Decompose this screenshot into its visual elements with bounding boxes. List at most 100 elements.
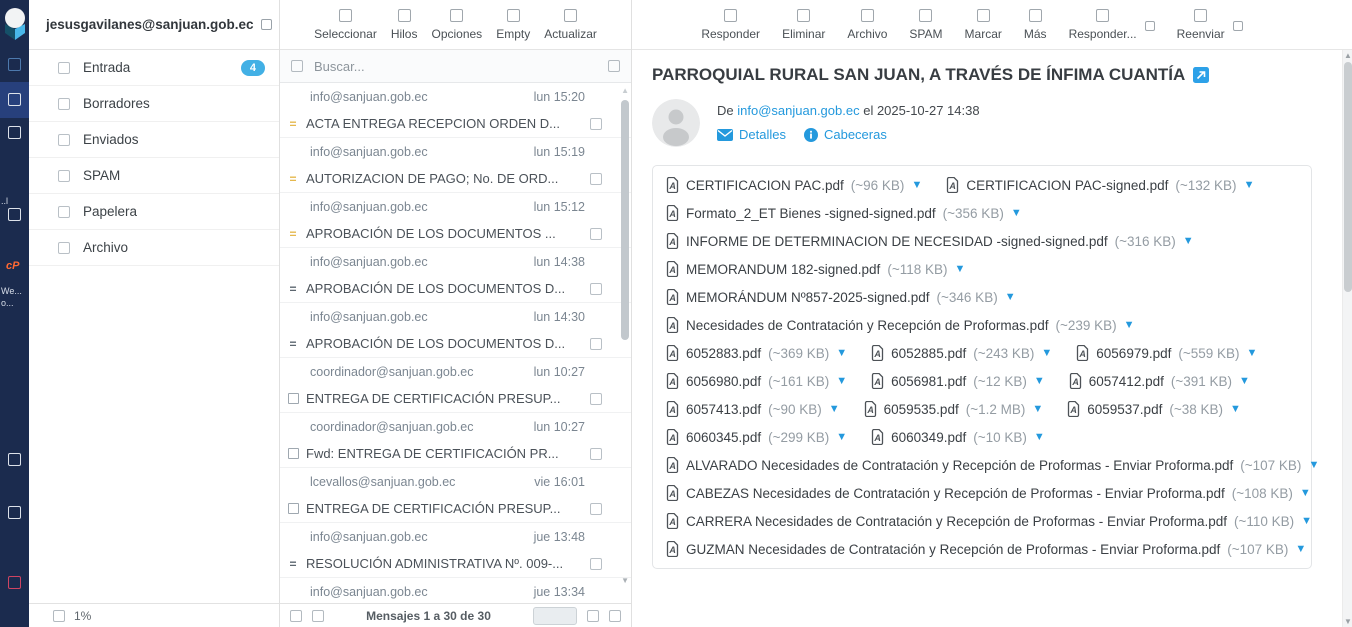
account-header[interactable]: jesusgavilanes@sanjuan.gob.ec bbox=[29, 0, 279, 50]
attachment-menu-caret-icon[interactable]: ▼ bbox=[836, 431, 847, 443]
message-list-item[interactable]: info@sanjuan.gob.ec lun 15:12 APROBACIÓN… bbox=[280, 192, 631, 247]
webmail-logo[interactable] bbox=[0, 0, 29, 46]
taskbar-logout-icon[interactable] bbox=[8, 576, 21, 589]
folder-checkbox-icon[interactable] bbox=[58, 242, 70, 254]
attachment-menu-caret-icon[interactable]: ▼ bbox=[955, 263, 966, 275]
message-toolbar-button[interactable]: Marcar bbox=[965, 9, 1002, 41]
attachment-name[interactable]: 6059537.pdf bbox=[1087, 402, 1162, 417]
dropdown-caret-icon[interactable] bbox=[1145, 21, 1155, 31]
folder-checkbox-icon[interactable] bbox=[58, 134, 70, 146]
attachment-name[interactable]: Formato_2_ET Bienes -signed-signed.pdf bbox=[686, 206, 936, 221]
attachment-menu-caret-icon[interactable]: ▼ bbox=[1041, 347, 1052, 359]
taskbar-contacts-icon[interactable] bbox=[8, 126, 21, 139]
folder-row[interactable]: Entrada 4 bbox=[29, 50, 279, 86]
attachment-menu-caret-icon[interactable]: ▼ bbox=[829, 403, 840, 415]
attachment-menu-caret-icon[interactable]: ▼ bbox=[836, 375, 847, 387]
attachment-menu-caret-icon[interactable]: ▼ bbox=[1034, 431, 1045, 443]
attachment-menu-caret-icon[interactable]: ▼ bbox=[1244, 179, 1255, 191]
attachment-name[interactable]: MEMORÁNDUM Nº857-2025-signed.pdf bbox=[686, 290, 930, 305]
attachment-menu-caret-icon[interactable]: ▼ bbox=[911, 179, 922, 191]
message-list-item[interactable]: info@sanjuan.gob.ec jue 13:48 RESOLUCIÓN… bbox=[280, 522, 631, 577]
attachment-name[interactable]: MEMORANDUM 182-signed.pdf bbox=[686, 262, 880, 277]
folder-row[interactable]: Borradores bbox=[29, 86, 279, 122]
message-checkbox[interactable] bbox=[590, 558, 602, 570]
footer-last-page-icon[interactable] bbox=[609, 610, 621, 622]
list-toolbar-button[interactable]: Hilos bbox=[391, 9, 418, 41]
message-toolbar-button[interactable]: Responder... bbox=[1069, 9, 1137, 41]
message-toolbar-button[interactable]: Archivo bbox=[847, 9, 887, 41]
search-options-icon[interactable] bbox=[608, 60, 620, 72]
folder-checkbox-icon[interactable] bbox=[58, 206, 70, 218]
sender-email-link[interactable]: info@sanjuan.gob.ec bbox=[737, 103, 859, 118]
footer-first-page-icon[interactable] bbox=[290, 610, 302, 622]
attachment-name[interactable]: Necesidades de Contratación y Recepción … bbox=[686, 318, 1048, 333]
message-list-item[interactable]: info@sanjuan.gob.ec lun 14:30 APROBACIÓN… bbox=[280, 302, 631, 357]
dropdown-caret-icon[interactable] bbox=[1233, 21, 1243, 31]
attachment-menu-caret-icon[interactable]: ▼ bbox=[1247, 347, 1258, 359]
search-scope-icon[interactable] bbox=[291, 60, 303, 72]
attachment-menu-caret-icon[interactable]: ▼ bbox=[1230, 403, 1241, 415]
attachment-name[interactable]: 6057413.pdf bbox=[686, 402, 761, 417]
message-checkbox[interactable] bbox=[590, 448, 602, 460]
list-scroll-up-icon[interactable]: ▲ bbox=[621, 86, 629, 95]
page-number-input[interactable] bbox=[533, 607, 577, 625]
cpanel-logo[interactable]: cP bbox=[6, 260, 19, 272]
folder-row[interactable]: Papelera bbox=[29, 194, 279, 230]
attachment-name[interactable]: ALVARADO Necesidades de Contratación y R… bbox=[686, 458, 1233, 473]
attachment-name[interactable]: 6056980.pdf bbox=[686, 374, 761, 389]
taskbar-compose-icon[interactable] bbox=[8, 58, 21, 71]
taskbar-item-mail[interactable] bbox=[0, 82, 29, 118]
external-link-icon[interactable] bbox=[1193, 67, 1209, 83]
folder-checkbox-icon[interactable] bbox=[58, 170, 70, 182]
attachment-menu-caret-icon[interactable]: ▼ bbox=[1183, 235, 1194, 247]
message-toolbar-button[interactable]: Eliminar bbox=[782, 9, 825, 41]
attachment-name[interactable]: CERTIFICACION PAC-signed.pdf bbox=[966, 178, 1168, 193]
message-list-item[interactable]: lcevallos@sanjuan.gob.ec vie 16:01 ENTRE… bbox=[280, 467, 631, 522]
message-list-item[interactable]: info@sanjuan.gob.ec lun 14:38 APROBACIÓN… bbox=[280, 247, 631, 302]
attachment-name[interactable]: 6059535.pdf bbox=[884, 402, 959, 417]
attachment-menu-caret-icon[interactable]: ▼ bbox=[1034, 375, 1045, 387]
attachment-name[interactable]: 6056981.pdf bbox=[891, 374, 966, 389]
list-toolbar-button[interactable]: Seleccionar bbox=[314, 9, 377, 41]
message-checkbox[interactable] bbox=[590, 228, 602, 240]
message-list-item[interactable]: info@sanjuan.gob.ec lun 15:20 ACTA ENTRE… bbox=[280, 83, 631, 137]
message-list-item[interactable]: info@sanjuan.gob.ec jue 13:34 bbox=[280, 577, 631, 603]
attachment-name[interactable]: INFORME DE DETERMINACION DE NECESIDAD -s… bbox=[686, 234, 1108, 249]
scrollbar-thumb[interactable] bbox=[1344, 62, 1352, 292]
window-scrollbar[interactable]: ▲ ▼ bbox=[1342, 50, 1352, 627]
list-toolbar-button[interactable]: Empty bbox=[496, 9, 530, 41]
message-checkbox[interactable] bbox=[590, 393, 602, 405]
message-toolbar-button[interactable]: Responder bbox=[701, 9, 760, 41]
message-checkbox[interactable] bbox=[590, 118, 602, 130]
attachment-menu-caret-icon[interactable]: ▼ bbox=[1011, 207, 1022, 219]
folder-row[interactable]: Enviados bbox=[29, 122, 279, 158]
message-toolbar-button[interactable]: Más bbox=[1024, 9, 1047, 41]
attachment-name[interactable]: GUZMAN Necesidades de Contratación y Rec… bbox=[686, 542, 1220, 557]
attachment-menu-caret-icon[interactable]: ▼ bbox=[1295, 543, 1306, 555]
attachment-menu-caret-icon[interactable]: ▼ bbox=[836, 347, 847, 359]
list-toolbar-button[interactable]: Actualizar bbox=[544, 9, 597, 41]
message-toolbar-button[interactable]: SPAM bbox=[909, 9, 942, 41]
list-toolbar-button[interactable]: Opciones bbox=[431, 9, 482, 41]
message-checkbox[interactable] bbox=[590, 338, 602, 350]
attachment-menu-caret-icon[interactable]: ▼ bbox=[1032, 403, 1043, 415]
attachment-name[interactable]: CERTIFICACION PAC.pdf bbox=[686, 178, 844, 193]
attachment-name[interactable]: 6060345.pdf bbox=[686, 430, 761, 445]
message-checkbox[interactable] bbox=[590, 503, 602, 515]
message-list-item[interactable]: info@sanjuan.gob.ec lun 15:19 AUTORIZACI… bbox=[280, 137, 631, 192]
message-list-item[interactable]: coordinador@sanjuan.gob.ec lun 10:27 ENT… bbox=[280, 357, 631, 412]
attachment-name[interactable]: CARRERA Necesidades de Contratación y Re… bbox=[686, 514, 1227, 529]
message-toolbar-button[interactable]: Reenviar bbox=[1177, 9, 1225, 41]
scroll-up-icon[interactable]: ▲ bbox=[1344, 51, 1352, 60]
attachment-menu-caret-icon[interactable]: ▼ bbox=[1300, 487, 1311, 499]
folder-row[interactable]: SPAM bbox=[29, 158, 279, 194]
message-checkbox[interactable] bbox=[590, 173, 602, 185]
taskbar-settings-icon[interactable] bbox=[8, 208, 21, 221]
folder-checkbox-icon[interactable] bbox=[58, 98, 70, 110]
attachment-name[interactable]: 6056979.pdf bbox=[1096, 346, 1171, 361]
attachment-name[interactable]: 6060349.pdf bbox=[891, 430, 966, 445]
attachment-menu-caret-icon[interactable]: ▼ bbox=[1308, 459, 1319, 471]
attachment-name[interactable]: 6052883.pdf bbox=[686, 346, 761, 361]
details-toggle[interactable]: Detalles bbox=[717, 127, 786, 142]
search-bar[interactable]: Buscar... bbox=[280, 50, 631, 83]
